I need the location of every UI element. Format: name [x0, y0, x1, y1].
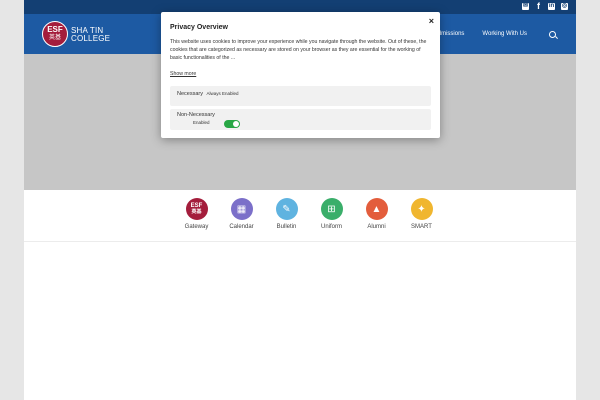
cookie-category-non-necessary[interactable]: Non-Necessary Enabled — [170, 109, 431, 130]
search-icon[interactable] — [549, 30, 556, 38]
quick-link-label: Calendar — [229, 224, 254, 230]
logo-esf-text: ESF — [47, 25, 63, 34]
school-name-line2: COLLEGE — [71, 34, 111, 43]
modal-description: This website uses cookies to improve you… — [170, 39, 427, 61]
necessary-label: Necessary — [177, 91, 203, 97]
quick-link-label: Alumni — [367, 224, 386, 230]
lightbulb-icon: ✦ — [410, 198, 433, 220]
non-necessary-status: Enabled — [193, 120, 210, 125]
main-nav: Admissions Working With Us — [434, 14, 576, 54]
privacy-modal: × Privacy Overview This website uses coo… — [161, 12, 440, 138]
esf-logo-icon: ESF 英基 — [185, 198, 208, 220]
quick-link-label: SMART — [411, 224, 432, 230]
email-icon[interactable]: ✉ — [522, 3, 529, 10]
quick-link-smart[interactable]: ✦ SMART — [399, 198, 444, 230]
necessary-status: Always Enabled — [206, 91, 239, 96]
non-necessary-label: Non-Necessary — [177, 112, 215, 118]
quick-links-bar: ESF 英基 Gateway ▦ Calendar ✎ Bulletin ⊞ Un… — [24, 190, 576, 242]
show-more-link[interactable]: Show more — [170, 71, 196, 77]
shirt-icon: ⊞ — [320, 198, 343, 220]
cookie-category-necessary[interactable]: Necessary Always Enabled — [170, 86, 431, 106]
quick-links: ESF 英基 Gateway ▦ Calendar ✎ Bulletin ⊞ Un… — [174, 198, 444, 230]
nav-working-with-us[interactable]: Working With Us — [482, 31, 527, 37]
modal-title: Privacy Overview — [170, 24, 228, 31]
calendar-icon: ▦ — [230, 198, 253, 220]
logo-chinese-text: 英基 — [48, 35, 61, 41]
graduation-cap-icon: ▲ — [365, 198, 388, 220]
facebook-icon[interactable]: f — [535, 2, 542, 11]
pin-icon: ✎ — [275, 198, 298, 220]
quick-link-alumni[interactable]: ▲ Alumni — [354, 198, 399, 230]
non-necessary-toggle[interactable] — [224, 120, 240, 128]
quick-link-calendar[interactable]: ▦ Calendar — [219, 198, 264, 230]
quick-link-label: Gateway — [184, 224, 209, 230]
quick-link-label: Uniform — [320, 224, 342, 230]
school-name[interactable]: SHA TIN COLLEGE — [71, 27, 110, 43]
linkedin-icon[interactable]: in — [548, 3, 555, 10]
close-icon[interactable]: × — [429, 16, 434, 26]
instagram-icon[interactable]: ◎ — [561, 3, 568, 10]
quick-link-gateway[interactable]: ESF 英基 Gateway — [174, 198, 219, 230]
quick-link-bulletin[interactable]: ✎ Bulletin — [264, 198, 309, 230]
quick-link-label: Bulletin — [276, 224, 297, 230]
esf-logo[interactable]: ESF 英基 — [42, 21, 68, 47]
quick-link-uniform[interactable]: ⊞ Uniform — [309, 198, 354, 230]
social-links: ✉ f in ◎ — [522, 2, 568, 11]
